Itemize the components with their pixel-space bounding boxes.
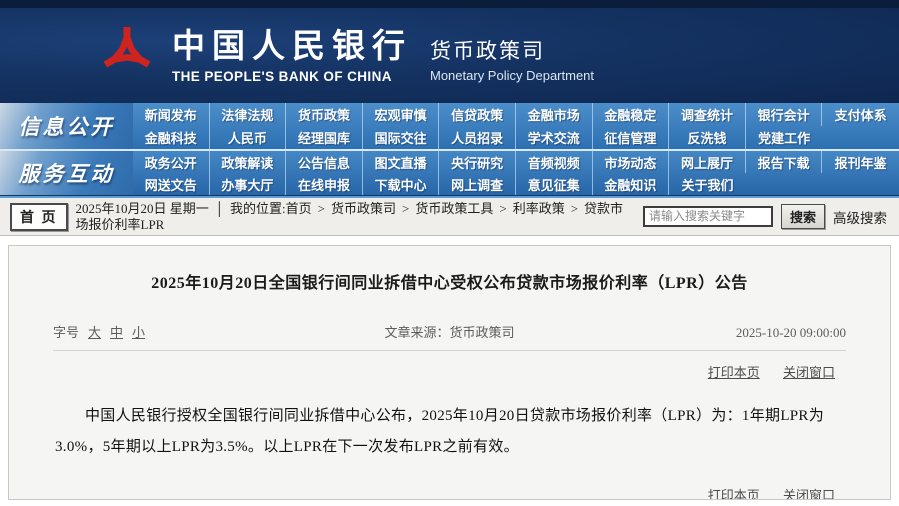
bank-name-en: THE PEOPLE'S BANK OF CHINA: [172, 69, 392, 84]
nav-menu: 信息公开 新闻发布 法律法规 货币政策 宏观审慎 信贷政策 金融市场 金融稳定 调查统计 银行会计…: [0, 103, 899, 195]
nav-item[interactable]: 金融市场: [516, 103, 593, 126]
nav-item[interactable]: 央行研究: [439, 151, 516, 173]
nav-item-empty: [822, 126, 899, 149]
nav-grid: 新闻发布 法律法规 货币政策 宏观审慎 信贷政策 金融市场 金融稳定 调查统计 银行会计 支付体系…: [133, 103, 899, 149]
search-button[interactable]: 搜索: [780, 204, 825, 229]
breadcrumb-link[interactable]: 首页: [286, 201, 312, 216]
font-size-large[interactable]: 大: [88, 322, 101, 341]
nav-item[interactable]: 国际交往: [363, 126, 440, 149]
print-link-top[interactable]: 打印本页: [708, 365, 760, 380]
nav-item[interactable]: 征信管理: [593, 126, 670, 149]
nav-item[interactable]: 在线申报: [286, 173, 363, 195]
print-link-bottom[interactable]: 打印本页: [708, 488, 760, 499]
pboc-emblem-icon: [102, 26, 152, 77]
article-actions-top: 打印本页 关闭窗口: [64, 362, 835, 381]
breadcrumb-location-label: 我的位置:: [229, 200, 286, 216]
nav-item[interactable]: 经理国库: [286, 126, 363, 149]
nav-item[interactable]: 市场动态: [593, 151, 670, 173]
department-name-cn: 货币政策司: [430, 39, 545, 63]
article-box: 2025年10月20日全国银行间同业拆借中心受权公布贷款市场报价利率（LPR）公…: [8, 245, 891, 500]
nav-item[interactable]: 报刊年鉴: [822, 151, 899, 173]
nav-item[interactable]: 银行会计: [746, 103, 823, 126]
article-body: 中国人民银行授权全国银行间同业拆借中心公布，2025年10月20日贷款市场报价利…: [55, 408, 825, 455]
nav-item[interactable]: 党建工作: [746, 126, 823, 149]
breadcrumb-link[interactable]: 货币政策司: [331, 201, 396, 216]
nav-item[interactable]: 报告下载: [746, 151, 823, 173]
nav-item-empty: [822, 173, 899, 195]
font-size-small[interactable]: 小: [132, 322, 145, 341]
breadcrumb-separator: >: [401, 200, 410, 216]
nav-item[interactable]: 办事大厅: [210, 173, 287, 195]
nav-item[interactable]: 人员招录: [439, 126, 516, 149]
nav-item-empty: [746, 173, 823, 195]
nav-item[interactable]: 网送文告: [133, 173, 210, 195]
article-source: 货币政策司: [449, 325, 515, 340]
advanced-search-link[interactable]: 高级搜索: [833, 207, 887, 227]
nav-item[interactable]: 新闻发布: [133, 103, 210, 126]
home-button[interactable]: 首 页: [10, 202, 68, 231]
close-link-top[interactable]: 关闭窗口: [783, 365, 835, 380]
article-title: 2025年10月20日全国银行间同业拆借中心受权公布贷款市场报价利率（LPR）公…: [151, 275, 748, 292]
nav-section-label[interactable]: 信息公开: [0, 103, 133, 149]
nav-item[interactable]: 政策解读: [210, 151, 287, 173]
nav-item[interactable]: 政务公开: [133, 151, 210, 173]
close-link-bottom[interactable]: 关闭窗口: [783, 488, 835, 499]
article-actions-bottom: 打印本页 关闭窗口: [64, 485, 835, 499]
breadcrumb-link[interactable]: 利率政策: [513, 201, 565, 216]
breadcrumb-separator: >: [317, 200, 325, 216]
nav-item[interactable]: 调查统计: [669, 103, 746, 126]
meta-divider: [53, 350, 846, 351]
department-name-en: Monetary Policy Department: [430, 67, 595, 83]
nav-item[interactable]: 网上展厅: [669, 151, 746, 173]
article-source-label: 文章来源：: [384, 325, 450, 340]
breadcrumb-separator: >: [499, 200, 507, 216]
breadcrumb-divider: │: [214, 200, 224, 216]
nav-item[interactable]: 金融知识: [593, 173, 670, 195]
font-size-label: 字号: [53, 325, 80, 340]
search-input[interactable]: [642, 206, 773, 227]
breadcrumb-separator: >: [570, 200, 579, 216]
nav-item[interactable]: 音频视频: [516, 151, 593, 173]
font-size-medium[interactable]: 中: [110, 322, 123, 341]
article-meta: 字号 大 中 小 文章来源：货币政策司 2025-10-20 09:00:00: [53, 322, 846, 341]
nav-item[interactable]: 关于我们: [669, 173, 746, 195]
nav-item[interactable]: 公告信息: [286, 151, 363, 173]
breadcrumb: 2025年10月20日 星期一 │ 我的位置:首页 > 货币政策司 > 货币政策工具 > 利率政…: [76, 201, 635, 233]
nav-item[interactable]: 下载中心: [363, 173, 440, 195]
nav-grid: 政务公开 政策解读 公告信息 图文直播 央行研究 音频视频 市场动态 网上展厅 报告下载 报刊年鉴…: [133, 151, 899, 195]
breadcrumb-link[interactable]: 货币政策工具: [415, 201, 493, 216]
nav-section: 信息公开 新闻发布 法律法规 货币政策 宏观审慎 信贷政策 金融市场 金融稳定 调查统计 银行会计…: [0, 103, 899, 149]
nav-item[interactable]: 货币政策: [286, 103, 363, 126]
article-datetime: 2025-10-20 09:00:00: [735, 325, 846, 340]
site-header: 中国人民银行 THE PEOPLE'S BANK OF CHINA 货币政策司 …: [0, 0, 899, 103]
nav-item[interactable]: 反洗钱: [669, 126, 746, 149]
nav-item[interactable]: 法律法规: [210, 103, 287, 126]
nav-item[interactable]: 宏观审慎: [363, 103, 440, 126]
nav-item[interactable]: 信贷政策: [439, 103, 516, 126]
nav-item[interactable]: 金融科技: [133, 126, 210, 149]
nav-section: 服务互动 政务公开 政策解读 公告信息 图文直播 央行研究 音频视频 市场动态 网上展厅 报告下载…: [0, 149, 899, 195]
department-brand: 货币政策司 Monetary Policy Department: [430, 21, 594, 83]
nav-section-label[interactable]: 服务互动: [0, 151, 133, 195]
nav-item[interactable]: 人民币: [210, 126, 287, 149]
nav-item[interactable]: 图文直播: [363, 151, 440, 173]
nav-item[interactable]: 金融稳定: [593, 103, 670, 126]
nav-item[interactable]: 支付体系: [822, 103, 899, 126]
bank-name-cn: 中国人民银行: [172, 29, 412, 65]
nav-item[interactable]: 意见征集: [516, 173, 593, 195]
header-top-strip: [0, 0, 899, 8]
breadcrumb-bar: 首 页 2025年10月20日 星期一 │ 我的位置:首页 > 货币政策司 > 货币政策工具…: [0, 198, 899, 236]
nav-item[interactable]: 网上调查: [439, 173, 516, 195]
bank-brand: 中国人民银行 THE PEOPLE'S BANK OF CHINA: [172, 19, 412, 84]
breadcrumb-date: 2025年10月20日 星期一: [75, 200, 209, 216]
nav-item[interactable]: 学术交流: [516, 126, 593, 149]
